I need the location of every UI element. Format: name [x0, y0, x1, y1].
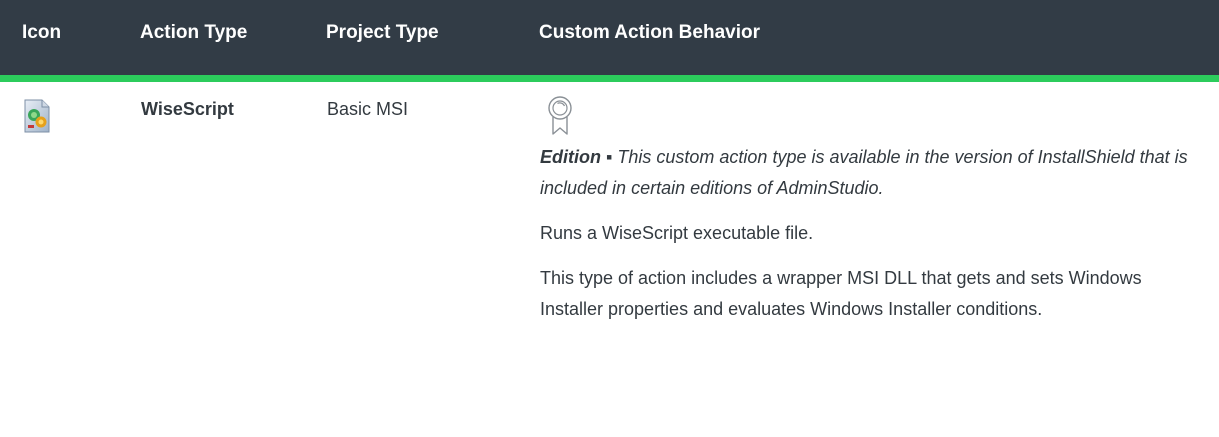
header-project-type: Project Type	[326, 0, 539, 82]
table-row: WiseScript Basic MSI Edition ▪ This cust…	[0, 78, 1219, 340]
behavior-description: Runs a WiseScript executable file.	[540, 222, 814, 243]
behavior-details: This type of action includes a wrapper M…	[540, 267, 1142, 319]
cell-project-type: Basic MSI	[326, 78, 539, 340]
edition-note: Edition ▪ This custom action type is ava…	[540, 142, 1199, 204]
edition-label: Edition ▪	[540, 146, 613, 167]
project-type-name: Basic MSI	[327, 98, 409, 119]
custom-action-table: Icon Action Type Project Type Custom Act…	[0, 0, 1219, 340]
table-body: WiseScript Basic MSI Edition ▪ This cust…	[0, 78, 1219, 340]
edition-ribbon-icon	[546, 94, 574, 136]
edition-text: This custom action type is available in …	[540, 146, 1188, 198]
wisescript-file-icon	[22, 98, 52, 134]
header-action-type: Action Type	[140, 0, 326, 82]
cell-custom-action-behavior: Edition ▪ This custom action type is ava…	[539, 78, 1219, 340]
cell-action-type: WiseScript	[140, 78, 326, 340]
action-type-name: WiseScript	[141, 98, 234, 119]
header-row: Icon Action Type Project Type Custom Act…	[0, 0, 1219, 82]
cell-icon	[0, 78, 140, 340]
header-icon: Icon	[0, 0, 140, 82]
header-custom-action-behavior: Custom Action Behavior	[539, 0, 1219, 82]
table-header: Icon Action Type Project Type Custom Act…	[0, 0, 1219, 82]
